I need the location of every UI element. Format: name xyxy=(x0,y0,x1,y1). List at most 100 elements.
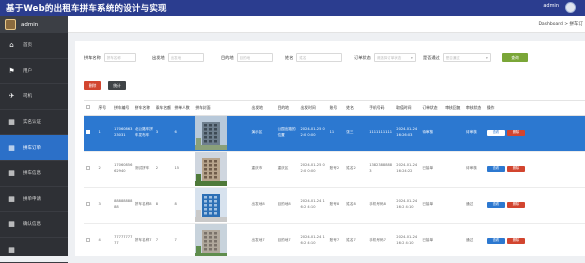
row-checkbox[interactable] xyxy=(86,237,90,242)
sidebar-item-0[interactable]: ⌂ 首页 xyxy=(0,33,68,59)
cover-photo[interactable] xyxy=(195,188,228,222)
delete-button[interactable]: 删除 xyxy=(506,238,525,244)
cell-review: 待审核 xyxy=(464,151,485,188)
column-header: 拼车编号 xyxy=(112,101,133,116)
cover-photo[interactable] xyxy=(195,152,228,186)
cell-to: 重庆区 xyxy=(275,151,299,188)
view-button[interactable]: 查看 xyxy=(486,166,505,172)
delete-button[interactable]: 删除 xyxy=(506,130,525,136)
cell-from: 演示区 xyxy=(249,115,276,152)
cell-from: 出发地8 xyxy=(249,187,276,224)
cell-no: 8888888888 xyxy=(112,187,133,224)
column-header: 取值时间 xyxy=(394,101,421,116)
cell-review: 通过 xyxy=(464,187,485,224)
row-actions: 查看 删除 xyxy=(486,130,585,136)
cell-time: 2024-01-25 02:0 0:00 xyxy=(298,115,328,152)
cover-photo[interactable] xyxy=(195,116,228,150)
row-select-cell[interactable] xyxy=(84,187,97,224)
table-row[interactable]: 3 8888888888 拼车名称8 8 8 出发地8 目的地8 2024-01-24 16:… xyxy=(84,187,585,224)
cell-actions: 查看 删除 xyxy=(484,223,585,256)
destination-input[interactable]: 目的地 xyxy=(236,53,273,62)
search-status: 订单状态 请选择订单状态 xyxy=(354,53,416,62)
status-select[interactable]: 请选择订单状态 xyxy=(373,53,416,62)
grid-icon: ▦ xyxy=(8,169,15,178)
search-pass: 是否通过 是否通过 xyxy=(423,53,491,62)
sidebar-item-label: 首页 xyxy=(23,43,32,49)
sidebar: admin ⌂ 首页 ⚑ 用户 ✈ 司机 ▦ 实名认证 ▦ 拼车订单 ▦ 拼车信息 ▦ 拼单申请 ▦ 确认信息… xyxy=(0,16,68,263)
orders-table: 序号 拼车编号 拼车名称 乘车名额 拼单人数 拼车封面 出发地 目的地 出发时间 账号 姓名 手机号码… xyxy=(84,100,585,256)
search-origin: 出发地 出发地 xyxy=(152,53,204,62)
column-header: 目的地 xyxy=(275,101,299,116)
cell-time: 2024-01-24 16:2 4:10 xyxy=(298,223,328,256)
cell-img xyxy=(193,151,250,188)
cell-img xyxy=(193,187,250,224)
sidebar-item-5[interactable]: ▦ 拼车信息 xyxy=(0,161,68,187)
column-header: 手机号码 xyxy=(367,101,395,116)
row-select-cell[interactable] xyxy=(84,223,97,256)
column-header: 操作 xyxy=(484,101,585,116)
search-status-label: 订单状态 xyxy=(354,54,371,60)
delete-button[interactable]: 删除 xyxy=(506,166,525,172)
cell-no: 1706086323031 xyxy=(112,115,133,152)
row-checkbox[interactable] xyxy=(86,165,90,170)
sidebar-item-7[interactable]: ▦ 确认信息 xyxy=(0,212,68,238)
row-select-cell[interactable] xyxy=(84,115,97,152)
select-all-header[interactable] xyxy=(84,101,97,116)
column-header: 乘车名额 xyxy=(153,101,173,116)
sidebar-item-3[interactable]: ▦ 实名认证 xyxy=(0,110,68,136)
view-button[interactable]: 查看 xyxy=(486,130,505,136)
avatar xyxy=(5,19,16,30)
row-select-cell[interactable] xyxy=(84,151,97,188)
row-checkbox[interactable] xyxy=(86,201,90,206)
grid-icon: ▦ xyxy=(8,143,15,152)
cell-name: 北公路车拼车发布车 xyxy=(132,115,154,152)
row-checkbox[interactable] xyxy=(86,129,90,134)
cell-phone: 13823888883 xyxy=(367,151,395,188)
sidebar-item-8[interactable]: ▦ xyxy=(0,238,68,263)
cell-name: 测试拼车 xyxy=(132,151,154,188)
delete-button[interactable]: 删除 xyxy=(506,202,525,208)
sidebar-item-label: 拼单申请 xyxy=(23,196,41,202)
main-area: Dashboard > 拼车订 拼车名称 拼车名称 出发地 出发地 目的地 目的… xyxy=(68,16,585,256)
origin-input[interactable]: 出发地 xyxy=(167,53,204,62)
view-button[interactable]: 查看 xyxy=(486,238,505,244)
cell-uname: 姓名7 xyxy=(344,223,368,256)
grid-icon: ▦ xyxy=(8,118,15,127)
order-no-input[interactable]: 拼车名称 xyxy=(103,53,136,62)
cell-from: 出发地7 xyxy=(249,223,276,256)
table-row[interactable]: 1 1706086323031 北公路车拼车发布车 3 6 演示区 公园出路的位置 2024-… xyxy=(84,115,585,152)
cell-seats: 7 xyxy=(153,223,173,256)
name-input[interactable]: 姓名 xyxy=(296,53,343,62)
pass-select[interactable]: 是否通过 xyxy=(442,53,491,62)
sidebar-item-6[interactable]: ▦ 拼单申请 xyxy=(0,187,68,213)
cell-acct: 账号7 xyxy=(327,223,345,256)
search-name-label: 姓名 xyxy=(285,54,294,60)
search-destination-label: 目的地 xyxy=(221,54,234,60)
column-header: 拼单人数 xyxy=(172,101,194,116)
admin-avatar[interactable] xyxy=(565,2,576,13)
sidebar-item-1[interactable]: ⚑ 用户 xyxy=(0,59,68,85)
sidebar-menu: ⌂ 首页 ⚑ 用户 ✈ 司机 ▦ 实名认证 ▦ 拼车订单 ▦ 拼车信息 ▦ 拼单申请 ▦ 确认信息 ▦ xyxy=(0,33,68,263)
batch-delete-button[interactable]: 删除 xyxy=(84,81,101,90)
cell-actions: 查看 删除 xyxy=(484,115,585,152)
column-header: 拼车名称 xyxy=(132,101,154,116)
search-name: 姓名 姓名 xyxy=(285,53,343,62)
cell-people: 6 xyxy=(172,115,194,152)
table-row[interactable]: 4 7777777777 拼车名称7 7 7 出发地7 目的地7 2024-01-24 16:… xyxy=(84,223,585,256)
search-button[interactable]: 查询 xyxy=(502,53,528,62)
cell-name: 拼车名称7 xyxy=(132,223,154,256)
column-header: 拼车封面 xyxy=(193,101,250,116)
select-all-checkbox[interactable] xyxy=(86,105,90,110)
search-order-no: 拼车名称 拼车名称 xyxy=(84,53,136,62)
sidebar-item-2[interactable]: ✈ 司机 xyxy=(0,84,68,110)
cell-to: 公园出路的位置 xyxy=(275,115,299,152)
cover-photo[interactable] xyxy=(195,224,228,256)
table-row[interactable]: 2 1706085662940 测试拼车 2 15 重庆市 重庆区 2024-01-25 02… xyxy=(84,151,585,188)
view-button[interactable]: 查看 xyxy=(486,202,505,208)
statistics-button[interactable]: 统计 xyxy=(108,81,126,90)
cell-name: 拼车名称8 xyxy=(132,187,154,224)
sidebar-item-4[interactable]: ▦ 拼车订单 xyxy=(0,135,68,161)
sidebar-user: admin xyxy=(0,16,68,33)
admin-username[interactable]: admin xyxy=(543,3,559,9)
cell-reply xyxy=(443,187,465,224)
